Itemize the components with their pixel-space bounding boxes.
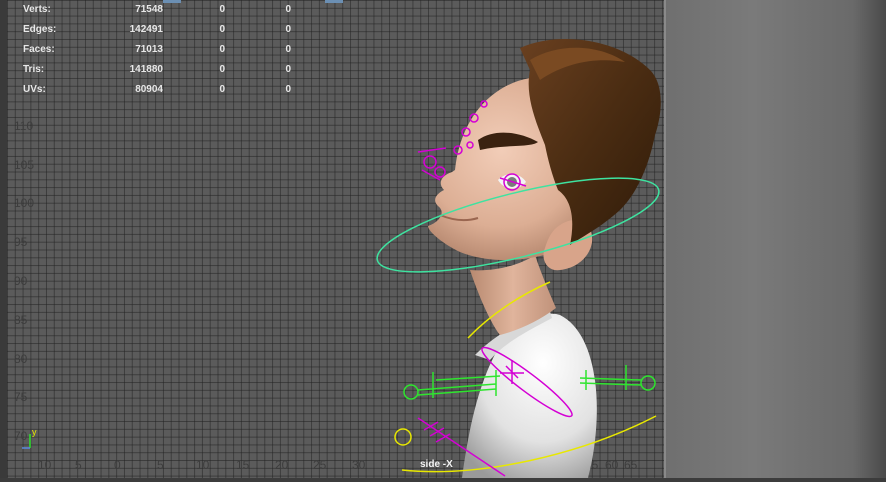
hud-value: 0 — [285, 44, 291, 55]
axis-label: y — [32, 427, 37, 437]
hud-label: Tris: — [23, 64, 45, 75]
hud-row-tris: Tris: 141880 0 0 — [23, 64, 291, 78]
hud-row-uvs: UVs: 80904 0 0 — [23, 84, 291, 98]
hud-label: Verts: — [23, 4, 51, 15]
hud-value: 71013 — [135, 44, 163, 55]
camera-name-label: side -X — [420, 459, 453, 470]
hud-label: Edges: — [23, 24, 57, 35]
hud-value: 0 — [219, 4, 225, 15]
hud-row-faces: Faces: 71013 0 0 — [23, 44, 291, 58]
viewport-bottom-border — [0, 478, 886, 482]
hud-value: 0 — [285, 24, 291, 35]
hud-value: 0 — [285, 84, 291, 95]
panel-divider[interactable] — [664, 0, 666, 482]
viewport-panel[interactable]: 110 105 100 95 90 85 80 75 70 10 5 0 5 1… — [0, 0, 886, 482]
hud-label: UVs: — [23, 84, 46, 95]
hud-value: 80904 — [135, 84, 163, 95]
hud-value: 0 — [285, 4, 291, 15]
hud-value: 0 — [219, 24, 225, 35]
hud-row-edges: Edges: 142491 0 0 — [23, 24, 291, 38]
hud-label: Faces: — [23, 44, 55, 55]
viewport-side-panel — [664, 0, 886, 482]
hud-value: 141880 — [129, 64, 163, 75]
hud-value: 0 — [219, 64, 225, 75]
hud-value: 71548 — [135, 4, 163, 15]
axis-gizmo-icon: y — [22, 427, 37, 449]
hud-value: 0 — [219, 84, 225, 95]
hud-value: 0 — [219, 44, 225, 55]
hud-value: 142491 — [129, 24, 163, 35]
character-shirt[interactable] — [462, 305, 597, 478]
hud-row-verts: Verts: 71548 0 0 — [23, 4, 291, 18]
hud-value: 0 — [285, 64, 291, 75]
